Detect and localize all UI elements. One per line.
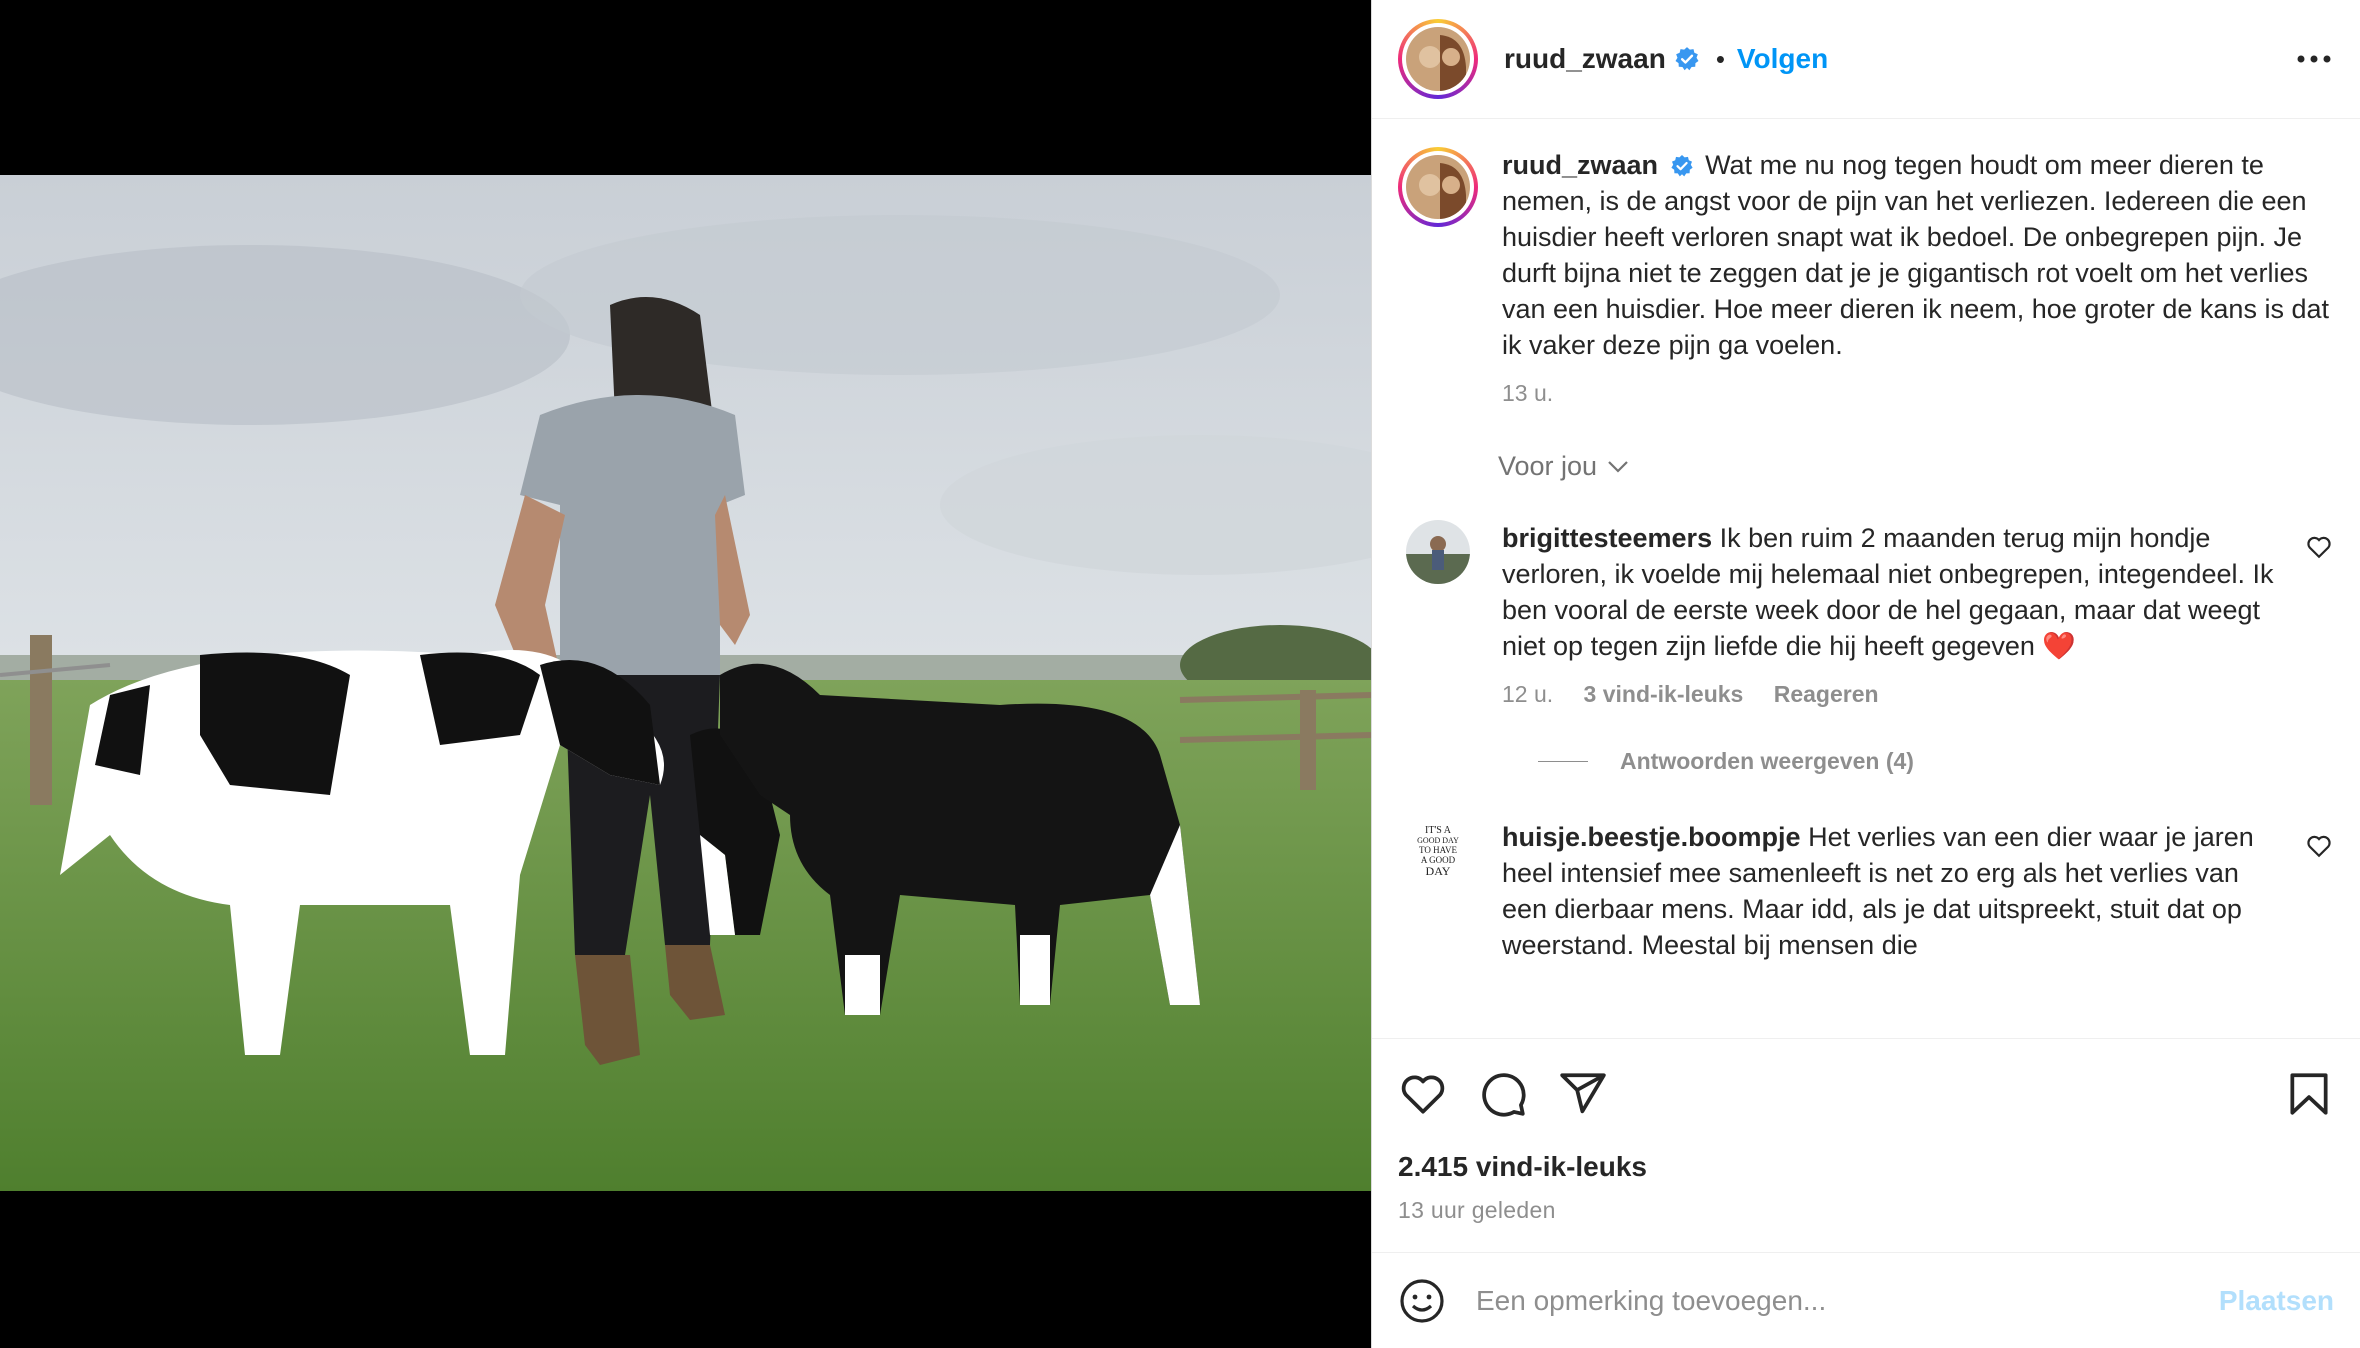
commenter-username[interactable]: huisje.beestje.boompje [1502,822,1801,852]
caption-time[interactable]: 13 u. [1502,380,1553,406]
svg-text:TO HAVE: TO HAVE [1419,845,1457,855]
post-media[interactable] [0,0,1371,1348]
post-sidebar: ruud_zwaan • Volgen ruud_zwaan Wat me nu… [1371,0,2360,1348]
instagram-post-view: ruud_zwaan • Volgen ruud_zwaan Wat me nu… [0,0,2360,1348]
chevron-down-icon [1608,460,1628,473]
post-comment-button[interactable]: Plaatsen [2219,1285,2334,1317]
author-username[interactable]: ruud_zwaan [1504,43,1666,75]
post-photo[interactable] [0,175,1371,1191]
comment-icon[interactable] [1478,1069,1528,1119]
verified-badge-icon [1675,47,1699,71]
view-replies-button[interactable]: Antwoorden weergeven (4) [1538,748,2334,775]
add-comment-bar: Plaatsen [1372,1252,2360,1348]
like-count[interactable]: 2.415 vind-ik-leuks [1398,1151,2334,1183]
follow-button[interactable]: Volgen [1737,43,1828,75]
comment-item: IT'S A GOOD DAY TO HAVE A GOOD DAY huisj… [1398,819,2334,963]
emoji-icon[interactable] [1398,1277,1446,1325]
comment-likes[interactable]: 3 vind-ik-leuks [1584,681,1744,707]
commenter-avatar[interactable]: IT'S A GOOD DAY TO HAVE A GOOD DAY [1406,819,1470,883]
comment-like-icon[interactable] [2306,833,2332,859]
photo-man-with-calves [0,175,1371,1191]
filter-label: Voor jou [1498,451,1598,481]
more-options-icon[interactable] [2294,39,2334,79]
caption-avatar[interactable] [1398,147,1478,227]
separator-dot: • [1715,43,1725,74]
svg-text:IT'S A: IT'S A [1425,825,1452,836]
share-icon[interactable] [1558,1069,1608,1119]
comment-input[interactable] [1476,1284,2219,1317]
bookmark-icon[interactable] [2284,1069,2334,1119]
commenter-avatar[interactable] [1406,520,1470,584]
comment-item: brigittesteemers Ik ben ruim 2 maanden t… [1398,520,2334,712]
comment-filter-dropdown[interactable]: Voor jou [1498,451,2334,482]
comments-section[interactable]: ruud_zwaan Wat me nu nog tegen houdt om … [1372,119,2360,1038]
post-actions: 2.415 vind-ik-leuks 13 uur geleden [1372,1038,2360,1224]
caption-username[interactable]: ruud_zwaan [1502,150,1658,180]
post-header: ruud_zwaan • Volgen [1372,0,2360,119]
avatar-photo [1406,27,1470,91]
comment-time[interactable]: 12 u. [1502,681,1553,707]
view-replies-label: Antwoorden weergeven (4) [1620,748,1914,774]
svg-text:DAY: DAY [1426,864,1451,878]
caption-text: Wat me nu nog tegen houdt om meer dieren… [1502,150,2329,360]
commenter-username[interactable]: brigittesteemers [1502,523,1712,553]
heart-icon[interactable] [1398,1069,1448,1119]
reply-button[interactable]: Reageren [1774,681,1879,707]
post-caption: ruud_zwaan Wat me nu nog tegen houdt om … [1398,147,2334,411]
svg-text:GOOD DAY: GOOD DAY [1417,836,1459,845]
post-timestamp[interactable]: 13 uur geleden [1398,1197,2334,1224]
comment-like-icon[interactable] [2306,534,2332,560]
verified-badge-icon [1670,155,1693,177]
author-avatar[interactable] [1398,19,1478,99]
